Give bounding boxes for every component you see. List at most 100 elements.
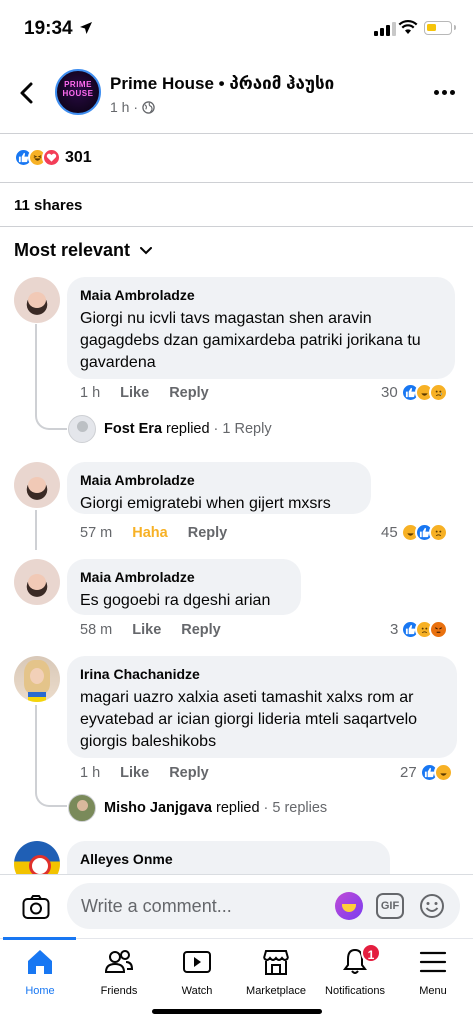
reply-verb: replied — [215, 800, 260, 816]
notification-badge: 1 — [361, 943, 381, 963]
tab-label: Watch — [181, 985, 213, 997]
reaction-count: 301 — [65, 148, 92, 166]
tab-notifications[interactable]: 1 Notifications — [315, 943, 395, 1003]
gif-button[interactable]: GIF — [376, 893, 404, 919]
battery-icon — [424, 21, 456, 35]
comment-bubble[interactable]: Maia Ambroladze Es gogoebi ra dgeshi ari… — [67, 559, 301, 615]
comment-actions: 58 m Like Reply — [80, 622, 221, 638]
avatar-sticker-icon[interactable] — [335, 892, 363, 920]
comment-sort-dropdown[interactable]: Most relevant — [14, 240, 153, 261]
chevron-down-icon — [140, 246, 153, 254]
thread-line — [35, 324, 37, 410]
comment-text: Giorgi emigratebi when gijert mxsrs — [80, 495, 331, 512]
home-icon — [28, 950, 52, 974]
status-time: 19:34 — [24, 18, 73, 39]
camera-icon[interactable] — [22, 894, 50, 920]
marketplace-icon — [263, 950, 289, 975]
status-bar: 19:34 — [0, 0, 473, 58]
tab-marketplace[interactable]: Marketplace — [236, 947, 316, 1003]
share-count[interactable]: 11 shares — [14, 197, 82, 214]
comment-author[interactable]: Maia Ambroladze — [80, 568, 288, 586]
logo-text-top: PRIME — [64, 80, 92, 89]
emoji-icon[interactable] — [419, 893, 445, 919]
comment-bubble[interactable]: Maia Ambroladze Giorgi emigratebi when g… — [67, 462, 371, 514]
sad-reaction-icon — [428, 383, 448, 402]
cellular-signal-icon — [374, 22, 396, 36]
like-button[interactable]: Like — [120, 765, 149, 781]
avatar[interactable] — [14, 559, 60, 605]
tab-label: Notifications — [325, 985, 385, 997]
comment-input[interactable]: Write a comment... GIF — [67, 883, 460, 929]
divider — [0, 226, 473, 227]
tab-label: Home — [25, 985, 55, 997]
sad-reaction-icon — [428, 523, 448, 542]
back-arrow-icon[interactable] — [14, 80, 40, 106]
reply-author: Misho Janjgava — [104, 800, 212, 816]
replies-summary[interactable]: Misho Janjgava replied · 5 replies — [68, 794, 327, 822]
tab-watch[interactable]: Watch — [157, 947, 237, 1003]
comment-reactions[interactable]: 3 — [390, 620, 449, 639]
comment-text: magari uazro xalxia aseti tamashit xalxs… — [80, 689, 418, 750]
comment-actions: 1 h Like Reply — [80, 385, 209, 401]
post-meta: 1 h · — [110, 99, 155, 115]
comment-bubble[interactable]: Irina Chachanidze magari uazro xalxia as… — [67, 656, 457, 758]
haha-button[interactable]: Haha — [132, 525, 167, 541]
reply-button[interactable]: Reply — [169, 765, 209, 781]
comment-reaction-count: 3 — [390, 621, 399, 638]
love-reaction-icon — [42, 148, 61, 167]
reply-button[interactable]: Reply — [188, 525, 228, 541]
comment-author[interactable]: Irina Chachanidze — [80, 665, 444, 683]
comment-reactions[interactable]: 27 — [400, 763, 453, 782]
thread-line — [35, 410, 67, 430]
page-avatar[interactable]: PRIME HOUSE — [55, 69, 101, 115]
reply-author: Fost Era — [104, 421, 163, 437]
comment-time: 57 m — [80, 525, 113, 541]
tab-menu[interactable]: Menu — [393, 947, 473, 1003]
like-button[interactable]: Like — [132, 622, 161, 638]
comment-time: 58 m — [80, 622, 113, 638]
comment-actions: 57 m Haha Reply — [80, 525, 227, 541]
tab-home[interactable]: Home — [0, 947, 80, 1003]
comment-reaction-count: 45 — [381, 524, 398, 541]
avatar[interactable] — [14, 462, 60, 508]
reply-button[interactable]: Reply — [181, 622, 221, 638]
comment-time: 1 h — [80, 765, 101, 781]
avatar[interactable] — [14, 656, 60, 702]
replies-summary[interactable]: Fost Era replied · 1 Reply — [68, 415, 272, 443]
haha-reaction-icon — [433, 763, 453, 782]
more-options-icon[interactable] — [434, 90, 455, 95]
comment-author[interactable]: Maia Ambroladze — [80, 286, 442, 304]
logo-text-bottom: HOUSE — [62, 89, 94, 98]
avatar[interactable] — [14, 277, 60, 323]
friends-icon — [104, 950, 134, 973]
thread-line — [35, 705, 37, 787]
page-logo: PRIME HOUSE — [57, 80, 99, 98]
reaction-summary[interactable]: 301 — [14, 148, 92, 167]
divider — [0, 133, 473, 134]
comment-reaction-count: 30 — [381, 384, 398, 401]
divider — [0, 182, 473, 183]
post-age: 1 h · — [110, 99, 139, 115]
comment-bubble[interactable]: Maia Ambroladze Giorgi nu icvli tavs mag… — [67, 277, 455, 379]
comment-placeholder: Write a comment... — [81, 896, 232, 916]
reply-count: · 5 replies — [263, 800, 328, 816]
comment-text: Giorgi nu icvli tavs magastan shen aravi… — [80, 310, 421, 371]
tab-friends[interactable]: Friends — [79, 947, 159, 1003]
reply-count: · 1 Reply — [213, 421, 272, 437]
comment-reactions[interactable]: 30 — [381, 383, 448, 402]
comment-author[interactable]: Maia Ambroladze — [80, 471, 358, 489]
comment-reactions[interactable]: 45 — [381, 523, 448, 542]
thread-line — [35, 510, 37, 550]
reply-avatar — [68, 794, 96, 822]
reply-button[interactable]: Reply — [169, 385, 209, 401]
comment-actions: 1 h Like Reply — [80, 765, 209, 781]
hamburger-menu-icon — [419, 951, 447, 973]
location-arrow-icon — [80, 22, 92, 34]
like-button[interactable]: Like — [120, 385, 149, 401]
watch-icon — [183, 951, 211, 973]
tab-label: Menu — [419, 985, 447, 997]
page-name[interactable]: Prime House • პრაიმ ჰაუსი — [110, 74, 334, 94]
globe-icon — [142, 100, 155, 114]
comment-author[interactable]: Alleyes Onme — [80, 850, 377, 868]
comment-text: Es gogoebi ra dgeshi arian — [80, 592, 271, 609]
